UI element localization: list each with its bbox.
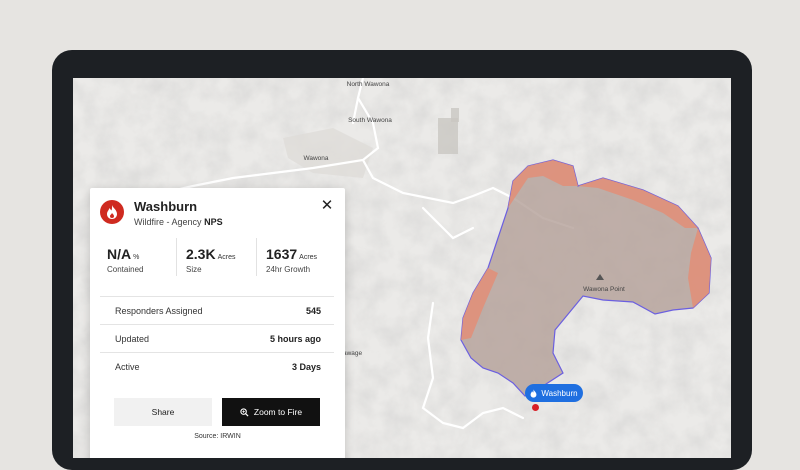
place-label: Wawona <box>303 155 328 162</box>
place-label: North Wawona <box>347 81 390 88</box>
fire-icon <box>100 200 124 224</box>
incident-type: Wildfire <box>134 217 165 227</box>
zoom-icon <box>240 407 249 417</box>
incident-subtitle: Wildfire - Agency NPS <box>134 217 223 227</box>
divider <box>176 238 177 276</box>
agency-label: Agency <box>171 217 202 227</box>
fire-icon <box>530 388 537 398</box>
row-value: 3 Days <box>291 362 321 372</box>
pin-label: Washburn <box>541 388 578 398</box>
place-label: South Wawona <box>348 117 392 124</box>
source-label: Source: IRWIN <box>194 433 241 440</box>
detail-row-responders: Responders Assigned 545 <box>100 296 334 325</box>
incident-panel: Washburn Wildfire - Agency NPS ✕ N/A% Co… <box>90 188 345 458</box>
zoom-to-fire-label: Zoom to Fire <box>253 407 303 417</box>
stat-size: 2.3K Acres Size <box>179 234 257 282</box>
zoom-to-fire-button[interactable]: Zoom to Fire <box>222 398 320 426</box>
row-label: Responders Assigned <box>115 306 203 316</box>
map-screen[interactable]: Wawona Point North Wawona South Wawona W… <box>73 78 731 458</box>
row-value: 545 <box>305 306 321 316</box>
detail-row-active: Active 3 Days <box>100 352 334 381</box>
row-label: Active <box>115 362 140 372</box>
stat-growth: 1637 Acres 24hr Growth <box>259 234 337 282</box>
divider <box>256 238 257 276</box>
stat-value: 2.3K <box>186 246 216 262</box>
share-button[interactable]: Share <box>114 398 212 426</box>
row-value: 5 hours ago <box>269 334 321 344</box>
stat-unit: % <box>133 254 140 261</box>
row-label: Updated <box>115 334 150 344</box>
panel-header: Washburn Wildfire - Agency NPS ✕ <box>100 198 335 236</box>
detail-row-updated: Updated 5 hours ago <box>100 324 334 353</box>
incident-name: Washburn <box>134 199 198 214</box>
stat-contained: N/A% Contained <box>100 234 178 282</box>
pin-location-dot <box>532 404 539 411</box>
stat-unit: Acres <box>299 254 318 261</box>
stat-label: 24hr Growth <box>266 265 311 274</box>
stat-label: Size <box>186 265 202 274</box>
stat-value: N/A <box>107 246 132 262</box>
close-icon[interactable]: ✕ <box>319 198 335 214</box>
place-label: Wawona Point <box>583 286 625 293</box>
stat-value: 1637 <box>266 246 298 262</box>
place-label: awage <box>343 350 363 357</box>
stat-unit: Acres <box>217 254 236 261</box>
stats-bar: N/A% Contained 2.3K Acres Size 1637 Acres … <box>100 234 335 282</box>
stat-label: Contained <box>107 265 144 274</box>
fire-map-pin[interactable]: Washburn <box>525 384 583 402</box>
agency-value: NPS <box>204 217 223 227</box>
